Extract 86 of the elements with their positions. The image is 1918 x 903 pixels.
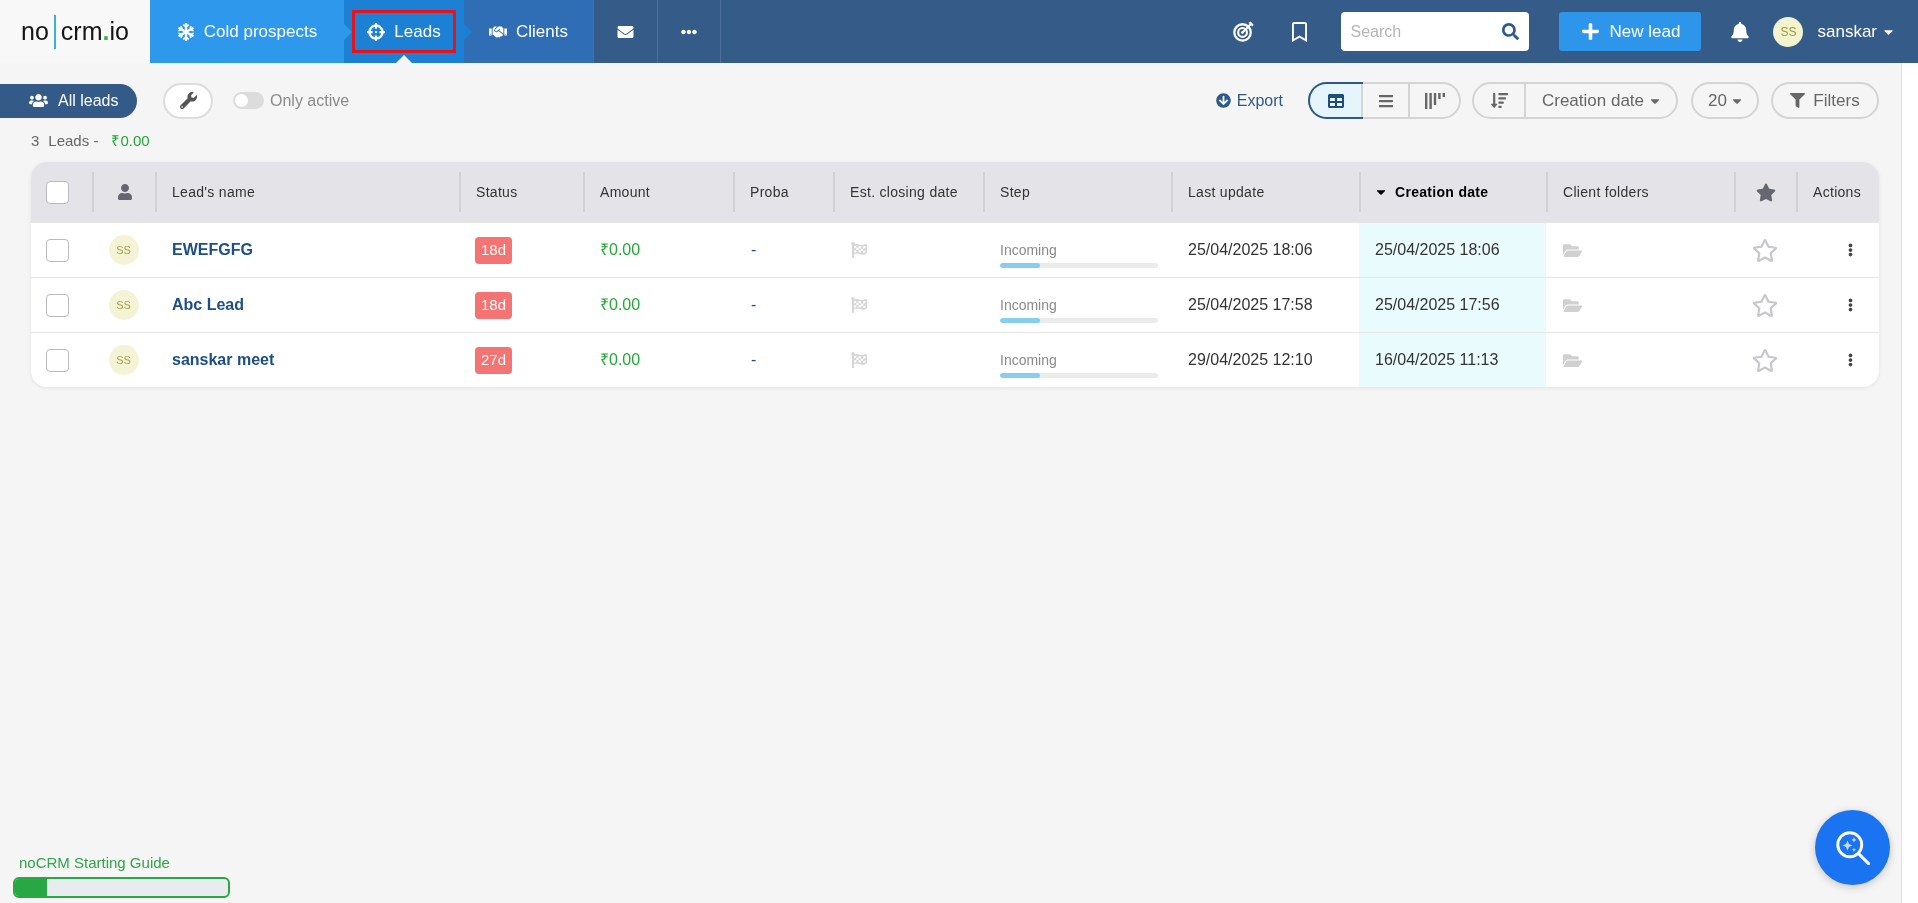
wrench-icon — [179, 92, 197, 109]
export-link[interactable]: Export — [1215, 88, 1283, 113]
row-checkbox[interactable] — [46, 238, 69, 262]
column-header[interactable]: Step — [983, 172, 1171, 212]
per-page-dropdown[interactable]: 20 — [1691, 82, 1759, 119]
amount-text: ₹0.00 — [600, 350, 641, 370]
checkered-flag-icon — [850, 242, 868, 258]
user-menu-button[interactable]: sanskar — [1817, 18, 1894, 45]
step-label: Incoming — [1000, 351, 1057, 369]
checkered-flag-icon — [850, 352, 868, 368]
column-header[interactable]: Proba — [733, 172, 833, 212]
target-icon[interactable] — [1233, 21, 1255, 42]
table-view-icon — [1326, 92, 1345, 109]
column-header[interactable]: Client folders — [1546, 172, 1734, 212]
star-icon — [1756, 182, 1776, 202]
lead-name-link[interactable]: Abc Lead — [172, 293, 244, 317]
star-icon[interactable] — [1752, 237, 1778, 263]
step-label: Incoming — [1000, 241, 1057, 259]
amount-text: ₹0.00 — [600, 295, 641, 315]
star-icon[interactable] — [1752, 347, 1778, 373]
owner-avatar: SS — [108, 290, 139, 320]
wrench-button[interactable] — [163, 82, 213, 119]
nav-tab[interactable]: Leads — [344, 0, 464, 63]
owner-avatar: SS — [108, 345, 139, 375]
sort-field-dropdown[interactable]: Creation date — [1524, 84, 1676, 117]
total-amount: ₹0.00 — [111, 130, 150, 151]
column-header[interactable]: Status — [459, 172, 583, 212]
probability-text: - — [751, 240, 757, 260]
last-update-date: 25/04/2025 17:58 — [1187, 295, 1314, 315]
snowflake-icon — [176, 22, 195, 41]
nav-tab[interactable]: Clients — [464, 0, 593, 63]
search-field[interactable]: Search — [1341, 12, 1530, 51]
column-header[interactable]: Creation date — [1359, 172, 1546, 212]
user-icon — [117, 184, 132, 200]
all-leads-button[interactable]: All leads — [0, 83, 137, 118]
column-header[interactable]: Lead's name — [155, 172, 459, 212]
step-label: Incoming — [1000, 296, 1057, 314]
floating-search-button[interactable] — [1815, 810, 1890, 885]
kebab-menu-icon[interactable] — [1848, 351, 1853, 369]
notification-bell-icon[interactable] — [1731, 21, 1750, 42]
active-tab-pointer-icon — [396, 55, 412, 63]
column-header[interactable]: Actions — [1796, 172, 1879, 212]
kanban-view-icon — [1424, 92, 1445, 109]
crosshair-icon — [367, 22, 386, 41]
column-header[interactable]: Est. closing date — [833, 172, 983, 212]
status-badge: 18d — [475, 291, 513, 319]
checkered-flag-icon — [850, 297, 868, 313]
row-checkbox[interactable] — [46, 348, 69, 372]
only-active-label: Only active — [270, 90, 350, 111]
last-update-date: 25/04/2025 18:06 — [1187, 240, 1314, 260]
lead-count: 3 — [31, 130, 40, 151]
lead-name-link[interactable]: sanskar meet — [172, 348, 275, 372]
last-update-date: 29/04/2025 12:10 — [1187, 350, 1314, 370]
mail-icon[interactable] — [616, 23, 635, 40]
select-all-checkbox[interactable] — [46, 180, 69, 204]
kebab-menu-icon[interactable] — [1848, 296, 1853, 314]
star-icon[interactable] — [1752, 292, 1778, 318]
row-checkbox[interactable] — [46, 293, 69, 317]
users-icon — [29, 93, 48, 108]
list-view-icon — [1377, 92, 1394, 109]
filter-icon — [1790, 93, 1806, 108]
bookmark-icon[interactable] — [1292, 21, 1308, 42]
probability-text: - — [751, 295, 757, 315]
view-mode-button[interactable] — [1310, 84, 1361, 117]
column-header[interactable]: Amount — [583, 172, 733, 212]
owner-avatar: SS — [108, 235, 139, 265]
amount-text: ₹0.00 — [600, 240, 641, 260]
search-icon[interactable] — [1502, 23, 1520, 40]
filters-button[interactable]: Filters — [1771, 82, 1879, 119]
leads-label: Leads - — [48, 130, 99, 151]
plus-icon — [1580, 22, 1600, 41]
column-header[interactable]: Last update — [1171, 172, 1359, 212]
only-active-toggle[interactable] — [233, 92, 264, 109]
creation-date: 25/04/2025 17:56 — [1359, 278, 1546, 332]
download-icon — [1215, 93, 1231, 108]
lead-name-link[interactable]: EWEFGFG — [172, 238, 253, 262]
status-badge: 27d — [475, 346, 513, 374]
creation-date: 16/04/2025 11:13 — [1359, 333, 1546, 387]
sort-icon — [1490, 92, 1508, 109]
breadcrumb-arrow-icon — [344, 23, 352, 40]
breadcrumb-arrow-icon — [464, 23, 472, 40]
status-badge: 18d — [475, 236, 513, 264]
creation-date: 25/04/2025 18:06 — [1359, 223, 1546, 277]
sparkle-search-icon — [1835, 830, 1870, 865]
kebab-menu-icon[interactable] — [1848, 241, 1853, 259]
probability-text: - — [751, 350, 757, 370]
